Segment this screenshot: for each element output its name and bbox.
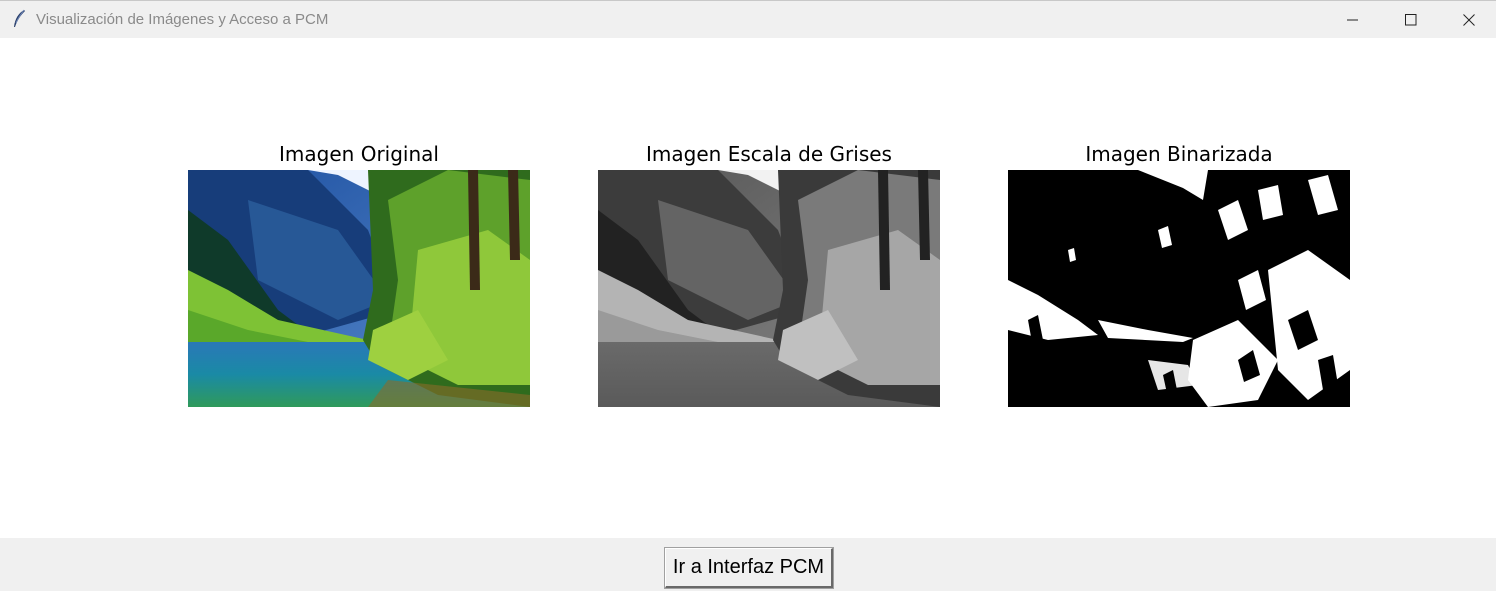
binarized-image-title: Imagen Binarizada — [1085, 142, 1273, 166]
binarized-image-panel: Imagen Binarizada — [1008, 140, 1350, 407]
minimize-button[interactable] — [1324, 1, 1382, 38]
close-button[interactable] — [1440, 1, 1496, 38]
close-icon — [1463, 13, 1475, 26]
grayscale-image — [598, 170, 940, 407]
grayscale-image-panel: Imagen Escala de Grises — [598, 140, 940, 407]
feather-icon — [14, 9, 25, 27]
window-title: Visualización de Imágenes y Acceso a PCM — [36, 11, 329, 28]
binarized-image — [1008, 170, 1350, 407]
minimize-icon — [1347, 19, 1358, 20]
maximize-icon — [1405, 13, 1417, 25]
main-window: Visualización de Imágenes y Acceso a PCM… — [0, 0, 1496, 591]
original-image-panel: Imagen Original — [188, 140, 530, 407]
maximize-button[interactable] — [1382, 1, 1440, 38]
images-area: Imagen Original Imagen Escala de Grises … — [0, 38, 1496, 538]
grayscale-image-title: Imagen Escala de Grises — [646, 142, 892, 166]
title-bar[interactable]: Visualización de Imágenes y Acceso a PCM — [0, 0, 1496, 38]
go-to-pcm-button[interactable]: Ir a Interfaz PCM — [664, 547, 834, 589]
original-image-title: Imagen Original — [279, 142, 439, 166]
footer-bar: Ir a Interfaz PCM — [0, 538, 1496, 591]
original-image — [188, 170, 530, 407]
